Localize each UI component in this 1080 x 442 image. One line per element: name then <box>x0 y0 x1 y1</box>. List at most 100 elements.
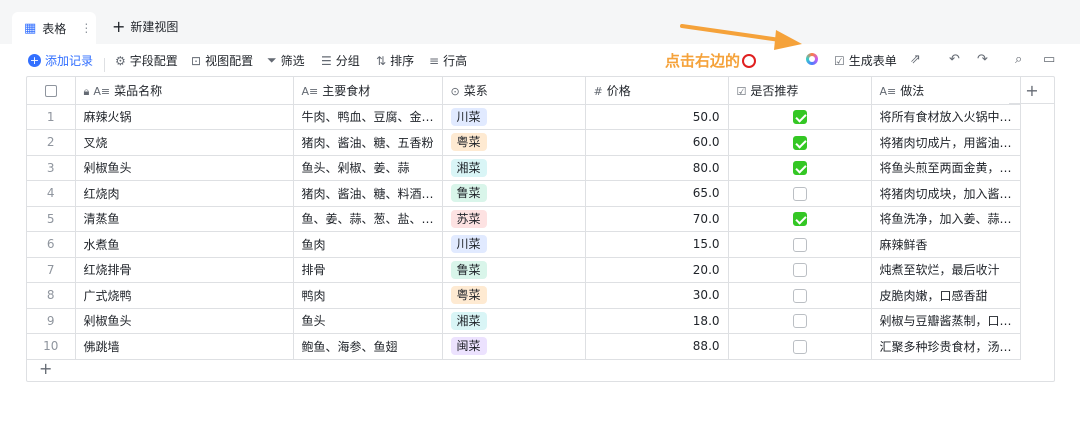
table-row[interactable]: 2 叉烧 猪肉、酱油、糖、五香粉 粤菜 60.0 将猪肉切成片，用酱油… <box>27 129 1021 156</box>
recommended-checkbox[interactable] <box>792 263 807 277</box>
cell-cuisine[interactable]: 鲁菜 <box>442 180 586 207</box>
generate-form-button[interactable]: ☑ 生成表单 <box>834 52 897 69</box>
select-all-checkbox[interactable] <box>27 77 76 105</box>
cell-ingredients[interactable]: 鱼肉 <box>293 231 443 258</box>
cell-method[interactable]: 将鱼头煎至两面金黄，… <box>871 155 1021 181</box>
recommended-checkbox[interactable] <box>792 237 807 252</box>
cell-dish-name[interactable]: 叉烧 <box>75 129 294 156</box>
tab-grid-view[interactable]: ▦ 表格 ⋮ <box>12 12 96 44</box>
column-header-recommended[interactable]: ☑ 是否推荐 <box>728 77 872 105</box>
cell-ingredients[interactable]: 鲍鱼、海参、鱼翅 <box>293 333 443 360</box>
cell-cuisine[interactable]: 苏菜 <box>442 206 586 232</box>
cell-ingredients[interactable]: 鸭肉 <box>293 282 443 309</box>
share-icon[interactable]: ⇗ <box>910 52 921 67</box>
column-header-cuisine[interactable]: ⊙ 菜系 <box>442 77 586 105</box>
cell-recommended[interactable] <box>728 206 872 232</box>
column-header-ingredients[interactable]: A≡ 主要食材 <box>293 77 443 105</box>
cell-dish-name[interactable]: 麻辣火锅 <box>75 104 294 130</box>
column-header-method[interactable]: A≡ 做法 <box>871 77 1021 105</box>
undo-icon[interactable]: ↶ <box>949 52 960 67</box>
recommended-checkbox[interactable] <box>792 339 807 354</box>
search-records-icon[interactable]: ⌕ <box>1015 52 1022 67</box>
cell-dish-name[interactable]: 水煮鱼 <box>75 231 294 258</box>
cell-method[interactable]: 皮脆肉嫩，口感香甜 <box>871 282 1021 309</box>
cell-price[interactable]: 65.0 <box>585 180 729 207</box>
cell-ingredients[interactable]: 猪肉、酱油、糖、料酒… <box>293 180 443 207</box>
recommended-checkbox[interactable] <box>792 314 807 328</box>
recommended-checkbox[interactable] <box>792 135 807 150</box>
field-config-button[interactable]: ⚙ 字段配置 <box>115 52 178 69</box>
cell-recommended[interactable] <box>728 333 872 360</box>
table-row[interactable]: 9 剁椒鱼头 鱼头 湘菜 18.0 剁椒与豆瓣酱蒸制，口… <box>27 308 1021 334</box>
cell-recommended[interactable] <box>728 308 872 334</box>
view-config-button[interactable]: ⊡ 视图配置 <box>191 52 253 69</box>
cell-method[interactable]: 将鱼洗净，加入姜、蒜… <box>871 206 1021 232</box>
cell-dish-name[interactable]: 红烧排骨 <box>75 257 294 283</box>
cell-ingredients[interactable]: 鱼头、剁椒、姜、蒜 <box>293 155 443 181</box>
cell-dish-name[interactable]: 广式烧鸭 <box>75 282 294 309</box>
cell-price[interactable]: 30.0 <box>585 282 729 309</box>
cell-method[interactable]: 将猪肉切成块，加入酱… <box>871 180 1021 207</box>
recommended-checkbox[interactable] <box>792 288 807 303</box>
comment-icon[interactable]: ▭ <box>1043 52 1055 67</box>
cell-price[interactable]: 60.0 <box>585 129 729 156</box>
new-view-button[interactable]: + 新建视图 <box>112 18 178 35</box>
table-row[interactable]: 5 清蒸鱼 鱼、姜、蒜、葱、盐、… 苏菜 70.0 将鱼洗净，加入姜、蒜… <box>27 206 1021 232</box>
add-record-button[interactable]: + 添加记录 <box>28 52 93 69</box>
cell-price[interactable]: 20.0 <box>585 257 729 283</box>
column-header-price[interactable]: # 价格 <box>585 77 729 105</box>
row-height-button[interactable]: ≡ 行高 <box>429 52 467 69</box>
cell-method[interactable]: 将猪肉切成片，用酱油… <box>871 129 1021 156</box>
cell-method[interactable]: 将所有食材放入火锅中… <box>871 104 1021 130</box>
table-row[interactable]: 8 广式烧鸭 鸭肉 粤菜 30.0 皮脆肉嫩，口感香甜 <box>27 282 1021 309</box>
cell-recommended[interactable] <box>728 257 872 283</box>
cell-method[interactable]: 剁椒与豆瓣酱蒸制，口… <box>871 308 1021 334</box>
recommended-checkbox[interactable] <box>792 110 807 124</box>
cell-cuisine[interactable]: 鲁菜 <box>442 257 586 283</box>
cell-ingredients[interactable]: 鱼、姜、蒜、葱、盐、… <box>293 206 443 232</box>
recommended-checkbox[interactable] <box>792 161 807 175</box>
table-row[interactable]: 10 佛跳墙 鲍鱼、海参、鱼翅 闽菜 88.0 汇聚多种珍贵食材，汤… <box>27 333 1021 360</box>
cell-recommended[interactable] <box>728 231 872 258</box>
cell-dish-name[interactable]: 佛跳墙 <box>75 333 294 360</box>
cell-cuisine[interactable]: 湘菜 <box>442 155 586 181</box>
cell-dish-name[interactable]: 红烧肉 <box>75 180 294 207</box>
cell-method[interactable]: 炖煮至软烂，最后收汁 <box>871 257 1021 283</box>
cell-dish-name[interactable]: 剁椒鱼头 <box>75 155 294 181</box>
cell-dish-name[interactable]: 清蒸鱼 <box>75 206 294 232</box>
cell-ingredients[interactable]: 牛肉、鸭血、豆腐、金… <box>293 104 443 130</box>
sort-button[interactable]: ⇅ 排序 <box>376 52 414 69</box>
ai-assistant-icon[interactable] <box>806 53 818 65</box>
cell-price[interactable]: 50.0 <box>585 104 729 130</box>
cell-cuisine[interactable]: 川菜 <box>442 104 586 130</box>
cell-recommended[interactable] <box>728 129 872 156</box>
add-column-button[interactable]: + <box>1009 77 1055 104</box>
cell-ingredients[interactable]: 猪肉、酱油、糖、五香粉 <box>293 129 443 156</box>
cell-price[interactable]: 88.0 <box>585 333 729 360</box>
recommended-checkbox[interactable] <box>792 186 807 201</box>
group-button[interactable]: ☰ 分组 <box>321 52 360 69</box>
add-row-button[interactable]: + <box>39 359 52 378</box>
cell-recommended[interactable] <box>728 282 872 309</box>
column-header-name[interactable]: 🔒︎ A≡ 菜品名称 <box>75 77 294 105</box>
cell-cuisine[interactable]: 粤菜 <box>442 282 586 309</box>
table-row[interactable]: 4 红烧肉 猪肉、酱油、糖、料酒… 鲁菜 65.0 将猪肉切成块，加入酱… <box>27 180 1021 207</box>
table-row[interactable]: 6 水煮鱼 鱼肉 川菜 15.0 麻辣鲜香 <box>27 231 1021 258</box>
filter-button[interactable]: ⏷ 筛选 <box>267 52 305 69</box>
cell-cuisine[interactable]: 川菜 <box>442 231 586 258</box>
table-row[interactable]: 7 红烧排骨 排骨 鲁菜 20.0 炖煮至软烂，最后收汁 <box>27 257 1021 283</box>
cell-price[interactable]: 80.0 <box>585 155 729 181</box>
cell-ingredients[interactable]: 排骨 <box>293 257 443 283</box>
cell-recommended[interactable] <box>728 104 872 130</box>
cell-price[interactable]: 18.0 <box>585 308 729 334</box>
cell-ingredients[interactable]: 鱼头 <box>293 308 443 334</box>
cell-cuisine[interactable]: 粤菜 <box>442 129 586 156</box>
cell-cuisine[interactable]: 湘菜 <box>442 308 586 334</box>
redo-icon[interactable]: ↷ <box>977 52 988 67</box>
more-icon[interactable]: ⋮ <box>80 21 92 35</box>
table-row[interactable]: 3 剁椒鱼头 鱼头、剁椒、姜、蒜 湘菜 80.0 将鱼头煎至两面金黄，… <box>27 155 1021 181</box>
cell-price[interactable]: 15.0 <box>585 231 729 258</box>
table-row[interactable]: 1 麻辣火锅 牛肉、鸭血、豆腐、金… 川菜 50.0 将所有食材放入火锅中… <box>27 104 1021 130</box>
cell-price[interactable]: 70.0 <box>585 206 729 232</box>
recommended-checkbox[interactable] <box>792 212 807 226</box>
